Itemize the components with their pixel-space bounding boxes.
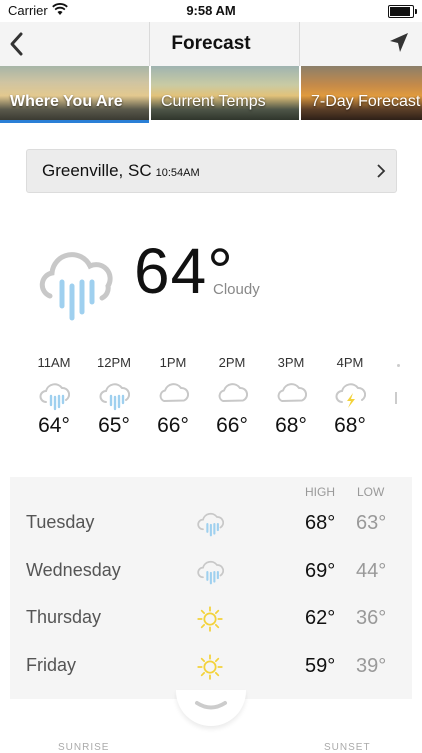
hour-label: 3PM bbox=[277, 355, 305, 370]
low-temperature: 44° bbox=[356, 560, 387, 582]
hour-temperature: 68° bbox=[275, 414, 307, 437]
day-name: Thursday bbox=[26, 607, 102, 627]
sun-icon bbox=[196, 605, 224, 633]
low-temperature: 39° bbox=[356, 655, 387, 677]
location-city: Greenville, SC 10:54AM bbox=[42, 161, 200, 180]
hourly-item: 3PM 68° bbox=[261, 355, 321, 438]
hour-temperature: 68° bbox=[334, 414, 366, 437]
active-tab-indicator bbox=[0, 120, 149, 123]
daily-row[interactable]: Tuesday 68° 63° bbox=[10, 500, 412, 548]
tab-label: 7-Day Forecast bbox=[311, 93, 421, 110]
hourly-item: 4PM 68° bbox=[320, 355, 380, 438]
high-temperature: 69° bbox=[305, 560, 336, 582]
high-temperature: 62° bbox=[305, 607, 336, 629]
rain-cloud-icon bbox=[196, 510, 225, 538]
thunderstorm-icon bbox=[334, 380, 367, 410]
sunrise-label: SUNRISE bbox=[58, 742, 110, 753]
rain-cloud-icon bbox=[39, 252, 113, 321]
rain-cloud-icon bbox=[98, 380, 131, 411]
hour-label: 12PM bbox=[97, 355, 131, 370]
page-title: Forecast bbox=[171, 33, 251, 54]
day-name: Wednesday bbox=[26, 560, 121, 580]
scroll-hint bbox=[397, 364, 400, 367]
low-temperature: 63° bbox=[356, 512, 387, 534]
scroll-hint bbox=[395, 392, 403, 404]
sunset-label: SUNSET bbox=[324, 742, 371, 753]
rain-cloud-icon bbox=[38, 380, 71, 411]
low-temperature: 36° bbox=[356, 607, 387, 629]
hour-temperature: 66° bbox=[157, 414, 189, 437]
tab-label: Where You Are bbox=[10, 93, 123, 110]
daily-row[interactable]: Friday 59° 39° bbox=[10, 643, 412, 691]
hour-label: 11AM bbox=[37, 355, 71, 370]
hour-label: 1PM bbox=[159, 355, 187, 370]
cloud-icon bbox=[216, 380, 249, 410]
current-condition: Cloudy bbox=[213, 281, 260, 298]
day-name: Tuesday bbox=[26, 512, 95, 532]
expand-handle[interactable] bbox=[176, 690, 246, 726]
hourly-item: 2PM 66° bbox=[202, 355, 262, 438]
high-header: HIGH bbox=[305, 485, 335, 499]
tab-where-you-are[interactable]: Where You Are bbox=[0, 66, 149, 120]
location-time: 10:54AM bbox=[155, 167, 200, 179]
location-arrow-icon[interactable] bbox=[388, 31, 410, 55]
daily-row[interactable]: Thursday 62° 36° bbox=[10, 595, 412, 643]
cloud-icon bbox=[157, 380, 190, 410]
daily-row[interactable]: Wednesday 69° 44° bbox=[10, 548, 412, 596]
status-time: 9:58 AM bbox=[186, 3, 236, 18]
tab-bar: Where You Are Current Temps 7-Day Foreca… bbox=[0, 66, 422, 123]
hourly-item: 1PM 66° bbox=[143, 355, 203, 438]
hour-temperature: 66° bbox=[216, 414, 248, 437]
chevron-right-icon bbox=[377, 164, 386, 178]
hour-label: 4PM bbox=[336, 355, 364, 370]
tab-7-day-forecast[interactable]: 7-Day Forecast bbox=[301, 66, 422, 120]
day-name: Friday bbox=[26, 655, 77, 675]
low-header: LOW bbox=[357, 485, 385, 499]
nav-bar: Forecast bbox=[0, 22, 422, 66]
battery-icon bbox=[388, 5, 417, 18]
tab-label: Current Temps bbox=[161, 93, 266, 110]
hourly-item: 12PM 65° bbox=[84, 355, 144, 438]
high-temperature: 59° bbox=[305, 655, 336, 677]
daily-forecast: HIGH LOW Tuesday 68° 63° Wednesday 69° 44° Thu… bbox=[10, 477, 412, 699]
tab-current-temps[interactable]: Current Temps bbox=[151, 66, 299, 120]
hour-temperature: 64° bbox=[38, 414, 70, 437]
hour-temperature: 65° bbox=[98, 414, 130, 437]
chevron-down-icon bbox=[195, 701, 227, 710]
rain-cloud-icon bbox=[196, 558, 225, 586]
status-bar: Carrier 9:58 AM bbox=[0, 0, 422, 22]
cloud-icon bbox=[275, 380, 308, 410]
high-temperature: 68° bbox=[305, 512, 336, 534]
location-selector[interactable]: Greenville, SC 10:54AM bbox=[26, 149, 397, 193]
hourly-item: 11AM 64° bbox=[24, 355, 84, 438]
sun-icon bbox=[196, 653, 224, 681]
hour-label: 2PM bbox=[218, 355, 246, 370]
